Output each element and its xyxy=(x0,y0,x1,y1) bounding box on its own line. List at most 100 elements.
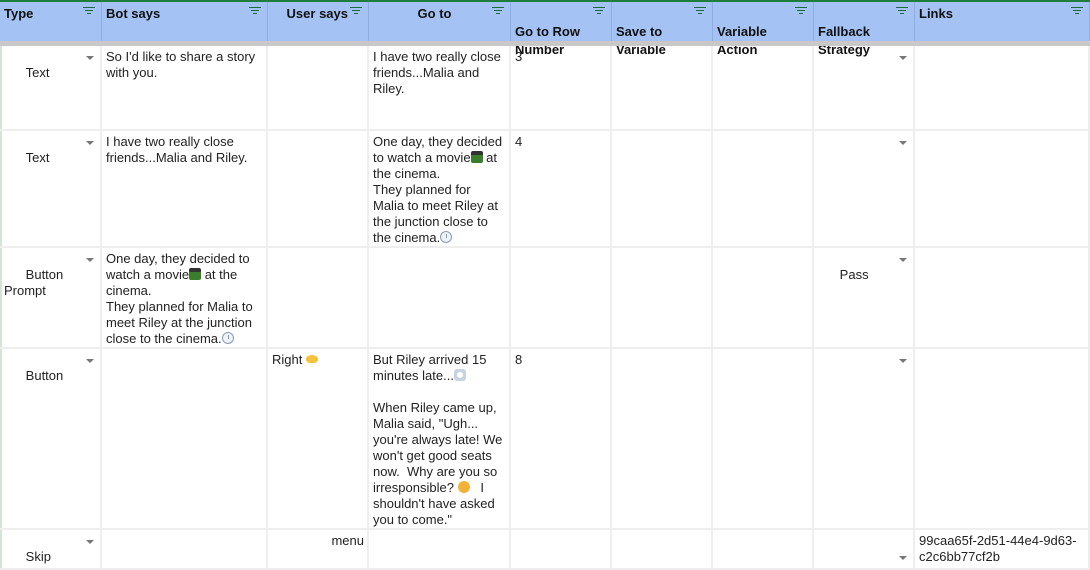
angry-face-icon xyxy=(457,481,470,493)
dropdown-arrow-icon[interactable] xyxy=(899,556,907,560)
cell-variable-action[interactable] xyxy=(713,248,814,349)
cell-text: Text xyxy=(25,65,50,80)
header-save-to-variable[interactable]: Save to Variable xyxy=(612,2,713,57)
cell-links[interactable] xyxy=(915,46,1090,131)
cell-text: Text xyxy=(25,150,50,165)
filter-icon[interactable] xyxy=(249,6,261,16)
dropdown-arrow-icon[interactable] xyxy=(899,141,907,145)
cell-variable-action[interactable] xyxy=(713,349,814,530)
cell-go-to[interactable]: One day, they decided to watch a movie a… xyxy=(369,131,511,248)
cell-links[interactable] xyxy=(915,349,1090,530)
cell-go-to[interactable]: But Riley arrived 15 minutes late... Whe… xyxy=(369,349,511,530)
cell-save-to-variable[interactable] xyxy=(612,46,713,131)
cell-user-says[interactable] xyxy=(268,248,369,349)
cell-fallback-strategy[interactable] xyxy=(814,131,915,248)
filter-icon[interactable] xyxy=(1071,6,1083,16)
dropdown-arrow-icon[interactable] xyxy=(899,359,907,363)
cell-user-says[interactable] xyxy=(268,46,369,131)
cell-fallback-strategy[interactable]: Pass xyxy=(814,248,915,349)
table-row: Text I have two really close friends...M… xyxy=(0,131,1090,248)
cell-bot-says[interactable]: I have two really close friends...Malia … xyxy=(102,131,268,248)
table-row: Text So I'd like to share a story with y… xyxy=(0,46,1090,131)
cell-text: 8 xyxy=(515,352,523,367)
cell-type[interactable]: Button Prompt xyxy=(0,248,102,349)
cell-fallback-strategy[interactable] xyxy=(814,349,915,530)
cell-text: Pass xyxy=(839,267,869,282)
cell-go-to-row[interactable]: 8 xyxy=(511,349,612,530)
cell-save-to-variable[interactable] xyxy=(612,131,713,248)
cell-go-to-row[interactable] xyxy=(511,248,612,349)
header-go-to-row-number[interactable]: Go to Row Number xyxy=(511,2,612,57)
header-type[interactable]: Type xyxy=(0,2,102,41)
dropdown-arrow-icon[interactable] xyxy=(899,258,907,262)
cell-type[interactable]: Text xyxy=(0,46,102,131)
cell-type[interactable]: Button xyxy=(0,349,102,530)
cell-go-to-row[interactable] xyxy=(511,530,612,570)
filter-icon[interactable] xyxy=(350,6,362,16)
header-label: Go to xyxy=(417,6,452,21)
cell-fallback-strategy[interactable] xyxy=(814,530,915,570)
cell-links[interactable] xyxy=(915,131,1090,248)
header-links[interactable]: Links xyxy=(915,2,1090,41)
cell-go-to-row[interactable]: 3 xyxy=(511,46,612,131)
cell-bot-says[interactable]: One day, they decided to watch a movie a… xyxy=(102,248,268,349)
clock-icon xyxy=(440,231,453,243)
cell-type[interactable]: Skip xyxy=(0,530,102,570)
cell-text: Skip xyxy=(25,549,51,564)
cell-save-to-variable[interactable] xyxy=(612,248,713,349)
dropdown-arrow-icon[interactable] xyxy=(86,141,94,145)
clapper-board-icon xyxy=(470,151,483,163)
dropdown-arrow-icon[interactable] xyxy=(899,56,907,60)
filter-icon[interactable] xyxy=(492,6,504,16)
cell-user-says[interactable]: menu xyxy=(268,530,369,570)
cell-go-to-row[interactable]: 4 xyxy=(511,131,612,248)
cell-user-says[interactable] xyxy=(268,131,369,248)
cell-save-to-variable[interactable] xyxy=(612,530,713,570)
header-user-says[interactable]: User says xyxy=(268,2,369,41)
cell-links[interactable] xyxy=(915,248,1090,349)
cell-bot-says[interactable] xyxy=(102,349,268,530)
header-fallback-strategy[interactable]: Fallback Strategy xyxy=(814,2,915,57)
filter-icon[interactable] xyxy=(593,6,605,16)
cell-bot-says[interactable]: So I'd like to share a story with you. xyxy=(102,46,268,131)
filter-icon[interactable] xyxy=(694,6,706,16)
header-label: Bot says xyxy=(106,6,161,21)
clapper-board-icon xyxy=(189,268,202,280)
dropdown-arrow-icon[interactable] xyxy=(86,258,94,262)
table-row: Skip menu 99caa65f-2d51-44e4-9d63-c2c6bb… xyxy=(0,530,1090,570)
filter-icon[interactable] xyxy=(83,6,95,16)
dropdown-arrow-icon[interactable] xyxy=(86,359,94,363)
cell-text: I have two really close friends...Malia … xyxy=(106,134,248,165)
cell-go-to[interactable] xyxy=(369,248,511,349)
filter-icon[interactable] xyxy=(896,6,908,16)
cell-text: menu xyxy=(331,533,364,548)
cell-text: Right xyxy=(272,352,306,367)
header-go-to[interactable]: Go to xyxy=(369,2,511,41)
header-label: Links xyxy=(919,6,953,21)
cell-variable-action[interactable] xyxy=(713,131,814,248)
cell-text: Button xyxy=(25,368,64,383)
cell-text: 99caa65f-2d51-44e4-9d63-c2c6bb77cf2b xyxy=(919,533,1077,564)
cell-text: 4 xyxy=(515,134,523,149)
cell-links[interactable]: 99caa65f-2d51-44e4-9d63-c2c6bb77cf2b xyxy=(915,530,1090,570)
dropdown-arrow-icon[interactable] xyxy=(86,56,94,60)
dropdown-arrow-icon[interactable] xyxy=(86,540,94,544)
cell-bot-says[interactable] xyxy=(102,530,268,570)
header-variable-action[interactable]: Variable Action xyxy=(713,2,814,57)
cell-go-to[interactable]: I have two really close friends...Malia … xyxy=(369,46,511,131)
cell-fallback-strategy[interactable] xyxy=(814,46,915,131)
table-row: Button Prompt One day, they decided to w… xyxy=(0,248,1090,349)
cell-variable-action[interactable] xyxy=(713,530,814,570)
cell-go-to[interactable] xyxy=(369,530,511,570)
cell-variable-action[interactable] xyxy=(713,46,814,131)
filter-icon[interactable] xyxy=(795,6,807,16)
cell-text: 3 xyxy=(515,49,523,64)
cell-text: But Riley arrived 15 minutes late... xyxy=(373,352,491,383)
header-bot-says[interactable]: Bot says xyxy=(102,2,268,41)
alarm-clock-icon xyxy=(453,369,466,381)
table-row: Button Right But Riley arrived 15 minute… xyxy=(0,349,1090,530)
cell-save-to-variable[interactable] xyxy=(612,349,713,530)
header-row: Type Bot says User says Go to Go to Row … xyxy=(0,2,1090,57)
cell-type[interactable]: Text xyxy=(0,131,102,248)
cell-user-says[interactable]: Right xyxy=(268,349,369,530)
